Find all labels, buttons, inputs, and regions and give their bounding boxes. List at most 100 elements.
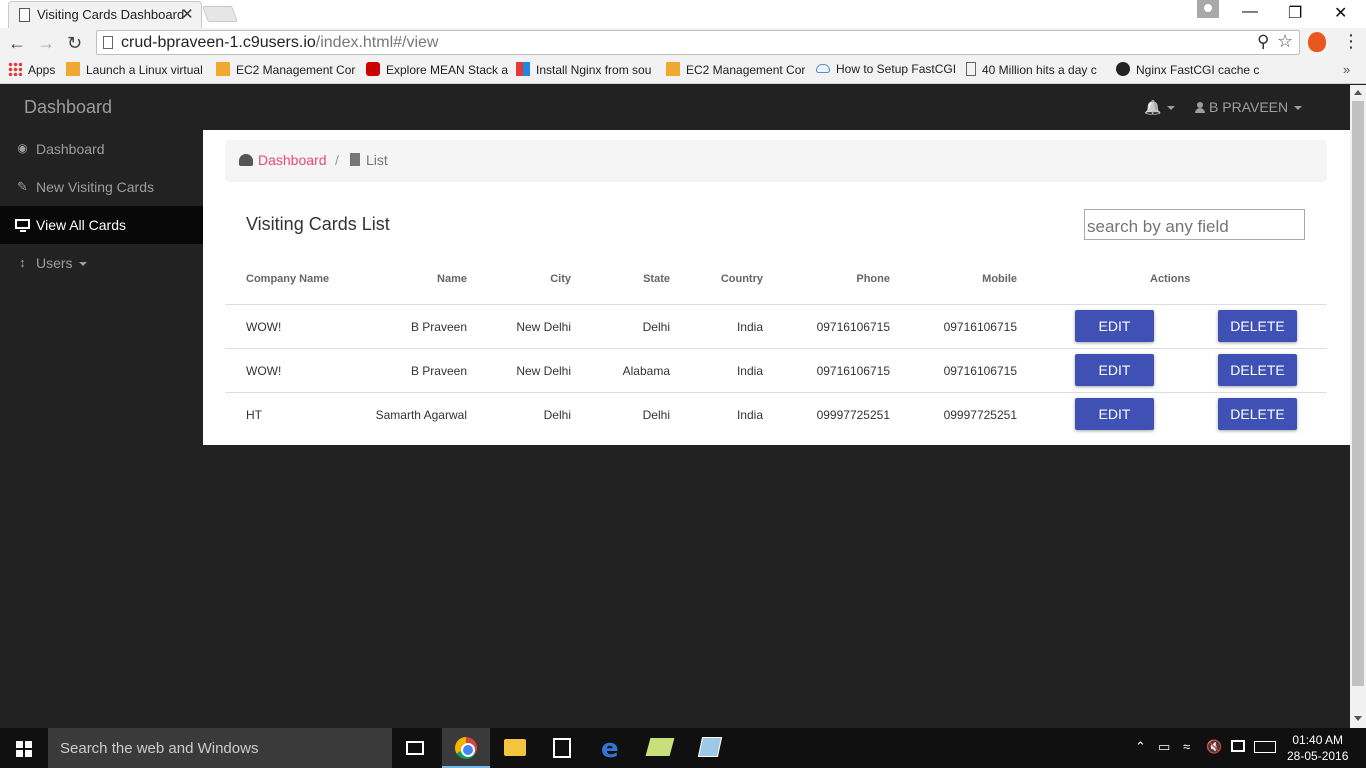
tab-close-icon[interactable]: ✕ bbox=[181, 5, 194, 23]
store-icon bbox=[553, 738, 571, 758]
edit-button[interactable]: EDIT bbox=[1075, 398, 1154, 430]
bookmark-item[interactable]: 40 Million hits a day c bbox=[966, 62, 1097, 77]
scroll-down-icon[interactable] bbox=[1354, 716, 1362, 721]
extension-icon[interactable] bbox=[1308, 32, 1326, 52]
tray-overflow-icon[interactable]: ⌃ bbox=[1135, 739, 1146, 755]
cell-city: New Delhi bbox=[516, 364, 571, 378]
aws-icon bbox=[666, 62, 680, 76]
user-dropdown[interactable]: B PRAVEEN bbox=[1195, 99, 1303, 115]
bookmarks-overflow-icon[interactable]: » bbox=[1343, 62, 1350, 77]
sidebar-item-label: Users bbox=[36, 255, 87, 271]
address-bar[interactable]: crud-bpraveen-1.c9users.io/index.html#/v… bbox=[96, 30, 1300, 55]
bookmark-item[interactable]: EC2 Management Cor bbox=[216, 62, 355, 77]
taskbar-app[interactable] bbox=[686, 728, 734, 768]
taskbar-app[interactable] bbox=[636, 728, 684, 768]
zoom-icon[interactable]: ⚲ bbox=[1257, 32, 1269, 52]
user-icon bbox=[1195, 102, 1205, 113]
sidebar: ◉ Dashboard ✎ New Visiting Cards View Al… bbox=[0, 130, 203, 728]
battery-icon[interactable]: ▭ bbox=[1158, 739, 1170, 755]
youtube-icon bbox=[366, 62, 380, 76]
caret-icon bbox=[1167, 106, 1176, 110]
windows-taskbar: Search the web and Windows e ⌃ ▭ ≈ 🔇 01:… bbox=[0, 728, 1366, 768]
bookmark-item[interactable]: How to Setup FastCGI bbox=[816, 62, 956, 76]
bookmark-item[interactable]: EC2 Management Cor bbox=[666, 62, 805, 77]
volume-muted-icon[interactable]: 🔇 bbox=[1206, 739, 1222, 755]
cell-mobile: 09716106715 bbox=[943, 320, 1017, 334]
page-title: Visiting Cards List bbox=[246, 214, 390, 234]
cell-mobile: 09997725251 bbox=[943, 408, 1017, 422]
keyboard-icon[interactable] bbox=[1254, 741, 1276, 753]
main-content: Dashboard / List Visiting Cards List Com… bbox=[203, 130, 1350, 445]
wifi-icon[interactable]: ≈ bbox=[1183, 739, 1190, 754]
app-navbar: Dashboard 🔔 B PRAVEEN bbox=[0, 85, 1350, 130]
edit-button[interactable]: EDIT bbox=[1075, 354, 1154, 386]
cell-state: Delhi bbox=[642, 408, 670, 422]
restore-button[interactable]: ❐ bbox=[1288, 3, 1302, 23]
cell-country: India bbox=[736, 320, 763, 334]
cell-city: Delhi bbox=[543, 408, 571, 422]
caret-icon bbox=[78, 262, 87, 266]
notifications-dropdown[interactable]: 🔔 bbox=[1144, 99, 1176, 116]
minimize-button[interactable]: — bbox=[1242, 3, 1258, 21]
window-close-button[interactable]: ✕ bbox=[1334, 3, 1347, 23]
col-header-state: State bbox=[643, 273, 670, 285]
dashboard-icon: ◉ bbox=[17, 141, 28, 155]
sidebar-item-label: View All Cards bbox=[36, 217, 127, 233]
reload-icon[interactable]: ↻ bbox=[67, 33, 82, 54]
new-tab-button[interactable] bbox=[202, 6, 238, 22]
clock-time: 01:40 AM bbox=[1292, 733, 1344, 747]
search-input[interactable] bbox=[1084, 209, 1305, 240]
delete-button[interactable]: DELETE bbox=[1218, 398, 1297, 430]
action-center-icon[interactable] bbox=[1231, 740, 1245, 752]
profile-icon[interactable] bbox=[1197, 0, 1219, 18]
col-header-country: Country bbox=[720, 273, 763, 285]
scroll-up-icon[interactable] bbox=[1354, 90, 1362, 95]
taskbar-edge[interactable]: e bbox=[588, 728, 636, 768]
breadcrumb: Dashboard / List bbox=[225, 140, 1327, 182]
cell-city: New Delhi bbox=[516, 320, 571, 334]
scroll-thumb[interactable] bbox=[1352, 101, 1364, 686]
bookmark-apps[interactable]: Apps bbox=[8, 62, 55, 77]
bookmark-star-icon[interactable]: ☆ bbox=[1277, 31, 1293, 52]
bookmark-item[interactable]: Launch a Linux virtual bbox=[66, 62, 203, 77]
breadcrumb-separator: / bbox=[335, 152, 339, 168]
bookmark-label: How to Setup FastCGI bbox=[836, 62, 957, 76]
taskbar-file-explorer[interactable] bbox=[490, 728, 538, 768]
bookmark-label: Launch a Linux virtual bbox=[86, 63, 203, 77]
taskbar-search-box[interactable]: Search the web and Windows bbox=[48, 728, 392, 768]
cell-name: B Praveen bbox=[410, 320, 467, 334]
col-header-phone: Phone bbox=[856, 273, 890, 285]
url-path: /index.html#/view bbox=[315, 34, 439, 51]
bookmark-item[interactable]: Nginx FastCGI cache c bbox=[1116, 62, 1259, 77]
breadcrumb-link-dashboard[interactable]: Dashboard bbox=[258, 152, 327, 168]
col-header-city: City bbox=[550, 273, 571, 285]
bookmark-item[interactable]: Install Nginx from sou bbox=[516, 62, 651, 77]
menu-icon[interactable]: ⋮ bbox=[1342, 31, 1360, 52]
sidebar-item-users[interactable]: ↕ Users bbox=[0, 244, 203, 282]
github-icon bbox=[1116, 62, 1130, 76]
sidebar-item-view-all-cards[interactable]: View All Cards bbox=[0, 206, 203, 244]
taskbar-store[interactable] bbox=[538, 728, 586, 768]
task-view-icon[interactable] bbox=[406, 741, 424, 755]
sidebar-item-label: Dashboard bbox=[36, 141, 105, 157]
sidebar-item-dashboard[interactable]: ◉ Dashboard bbox=[0, 130, 203, 168]
browser-tab[interactable]: Visiting Cards Dashboard ✕ bbox=[8, 1, 202, 28]
sidebar-item-new-visiting-cards[interactable]: ✎ New Visiting Cards bbox=[0, 168, 203, 206]
forward-arrow-icon[interactable]: → bbox=[37, 33, 55, 54]
taskbar-chrome[interactable] bbox=[442, 728, 490, 768]
edge-icon: e bbox=[601, 734, 619, 764]
system-clock[interactable]: 01:40 AM 28-05-2016 bbox=[1287, 732, 1348, 764]
page-scrollbar[interactable] bbox=[1350, 85, 1366, 728]
cell-company: WOW! bbox=[246, 320, 282, 334]
delete-button[interactable]: DELETE bbox=[1218, 310, 1297, 342]
edit-button[interactable]: EDIT bbox=[1075, 310, 1154, 342]
brand-title[interactable]: Dashboard bbox=[24, 97, 112, 118]
back-arrow-icon[interactable]: ← bbox=[8, 33, 26, 54]
delete-button[interactable]: DELETE bbox=[1218, 354, 1297, 386]
bookmark-label: Apps bbox=[28, 63, 56, 77]
windows-start-icon[interactable] bbox=[16, 741, 32, 757]
table-row: WOW! B Praveen New Delhi Alabama India 0… bbox=[225, 348, 1327, 392]
bookmark-item[interactable]: Explore MEAN Stack a bbox=[366, 62, 508, 77]
col-header-mobile: Mobile bbox=[982, 273, 1017, 285]
cell-country: India bbox=[736, 364, 763, 378]
